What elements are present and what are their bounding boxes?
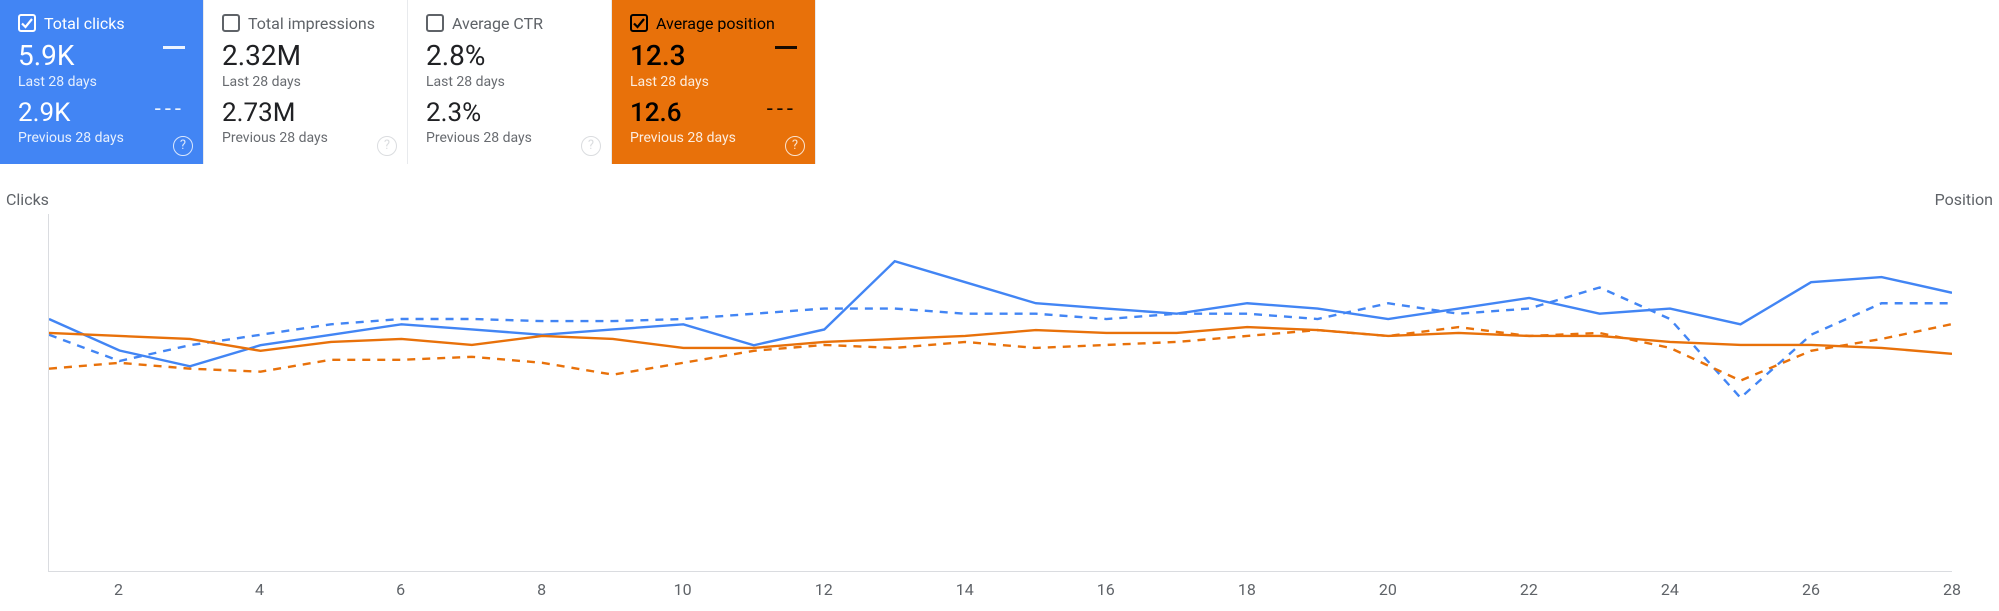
metric-value-current: 2.8% xyxy=(426,42,593,70)
checkbox-checked-icon xyxy=(18,14,36,32)
metric-period-current: Last 28 days xyxy=(426,74,593,90)
x-tick-label: 26 xyxy=(1802,580,1820,599)
metric-card-average-ctr[interactable]: Average CTR 2.8% Last 28 days 2.3% Previous … xyxy=(408,0,612,164)
metric-card-total-clicks[interactable]: Total clicks5.9KLast 28 days2.9KPrevious… xyxy=(0,0,204,164)
y-axis-right-label: Position xyxy=(1935,190,1993,209)
x-tick-label: 18 xyxy=(1238,580,1256,599)
metric-period-current: Last 28 days xyxy=(222,74,389,90)
metric-value-current: 12.3 xyxy=(630,42,797,70)
metric-period-current: Last 28 days xyxy=(18,74,185,90)
x-tick-label: 20 xyxy=(1379,580,1397,599)
chart-series-line xyxy=(49,327,1952,354)
x-tick-label: 22 xyxy=(1520,580,1538,599)
metric-value-current: 2.32M xyxy=(222,42,389,70)
x-tick-label: 4 xyxy=(255,580,264,599)
metric-card-total-impressions[interactable]: Total impressions 2.32M Last 28 days 2.73M P… xyxy=(204,0,408,164)
x-tick-label: 2 xyxy=(114,580,123,599)
metric-value-current: 5.9K xyxy=(18,42,185,70)
x-tick-label: 8 xyxy=(537,580,546,599)
help-icon[interactable]: ? xyxy=(581,136,601,156)
metric-period-previous: Previous 28 days xyxy=(222,130,389,146)
legend-solid-icon xyxy=(775,46,797,49)
metric-card-title: Average CTR xyxy=(452,14,543,33)
help-icon[interactable]: ? xyxy=(377,136,397,156)
x-tick-label: 10 xyxy=(674,580,692,599)
checkbox-unchecked-icon xyxy=(222,14,240,32)
x-tick-label: 24 xyxy=(1661,580,1679,599)
y-axis-left-label: Clicks xyxy=(6,190,49,209)
metric-card-title: Total impressions xyxy=(248,14,375,33)
x-tick-label: 6 xyxy=(396,580,405,599)
checkbox-checked-icon xyxy=(630,14,648,32)
checkbox-unchecked-icon xyxy=(426,14,444,32)
x-tick-label: 12 xyxy=(815,580,833,599)
chart-area xyxy=(48,214,1952,572)
x-tick-label: 28 xyxy=(1943,580,1961,599)
help-icon[interactable]: ? xyxy=(785,136,805,156)
metric-period-previous: Previous 28 days xyxy=(426,130,593,146)
metric-period-previous: Previous 28 days xyxy=(630,130,797,146)
x-tick-label: 14 xyxy=(956,580,974,599)
metric-card-title: Total clicks xyxy=(44,14,125,33)
metric-card-average-position[interactable]: Average position12.3Last 28 days12.6Prev… xyxy=(612,0,816,164)
metric-period-current: Last 28 days xyxy=(630,74,797,90)
legend-solid-icon xyxy=(163,46,185,49)
x-tick-label: 16 xyxy=(1097,580,1115,599)
metric-value-previous: 2.73M xyxy=(222,100,389,126)
metric-card-title: Average position xyxy=(656,14,775,33)
help-icon[interactable]: ? xyxy=(173,136,193,156)
metric-value-previous: 2.3% xyxy=(426,100,593,126)
metric-period-previous: Previous 28 days xyxy=(18,130,185,146)
